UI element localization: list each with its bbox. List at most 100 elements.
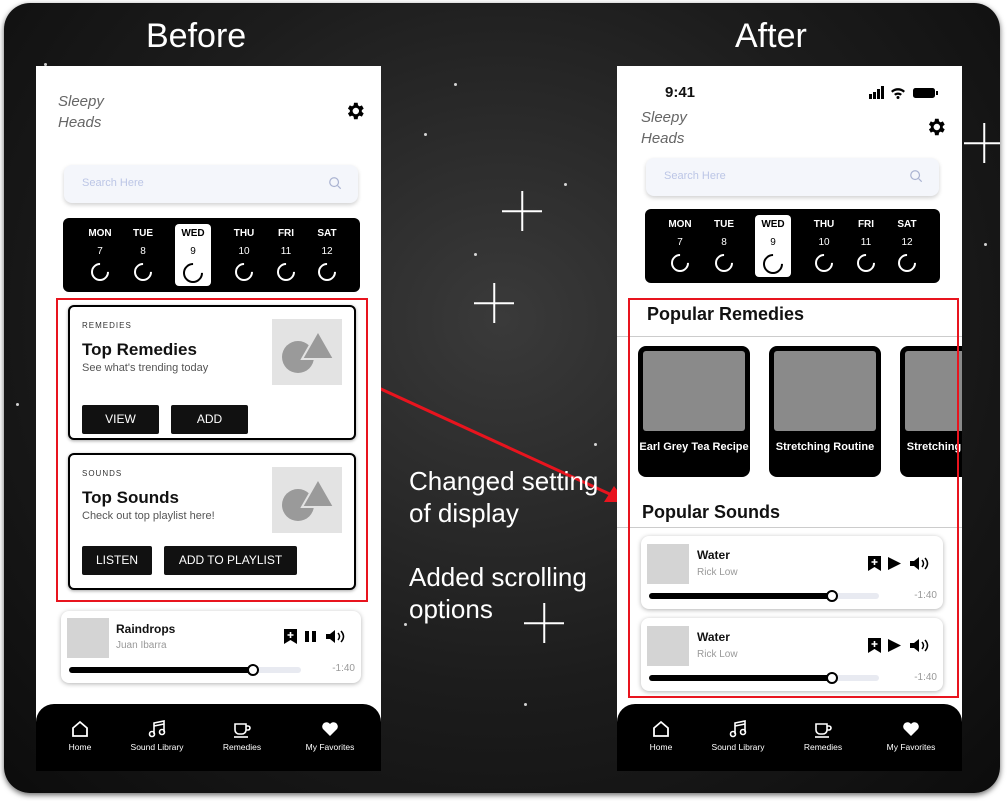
day-name: MON	[88, 228, 112, 239]
day-item-selected[interactable]: WED 9	[175, 224, 211, 288]
star	[424, 133, 427, 136]
highlight-box	[628, 298, 959, 698]
wifi-icon	[891, 88, 905, 99]
day-name: MON	[668, 219, 692, 230]
week-selector: MON 7 TUE 8 WED 9 THU 10 FRI 11 SAT 12	[63, 218, 360, 292]
app-brand: Sleepy Heads	[58, 91, 104, 133]
status-icons	[869, 86, 938, 99]
music-note-icon	[148, 720, 166, 738]
time-remaining: -1:40	[332, 663, 355, 674]
day-item-selected[interactable]: WED 9	[755, 215, 791, 279]
star	[524, 703, 527, 706]
gear-icon[interactable]	[925, 116, 947, 138]
day-item[interactable]: FRI 11	[848, 209, 884, 277]
nav-my-favorites[interactable]: My Favorites	[871, 720, 951, 752]
track-title: Raindrops	[116, 622, 176, 636]
annotation-line: Added scrolling	[409, 562, 587, 592]
progress-knob[interactable]	[247, 664, 260, 676]
placeholder-image-icon	[272, 467, 342, 533]
placeholder-image-icon	[272, 319, 342, 385]
annotation-text: Changed setting of display Added scrolli…	[409, 465, 598, 625]
gear-icon[interactable]	[344, 100, 366, 122]
search-placeholder: Search Here	[82, 177, 144, 189]
day-name: SAT	[317, 228, 337, 239]
progress-bar[interactable]	[69, 664, 301, 676]
search-input[interactable]: Search Here	[64, 165, 358, 203]
progress-ring-icon	[894, 250, 920, 276]
brand-line: Heads	[641, 130, 685, 147]
nav-my-favorites[interactable]: My Favorites	[290, 720, 370, 752]
progress-ring-icon	[811, 250, 837, 276]
nav-home[interactable]: Home	[40, 720, 120, 752]
day-name: THU	[233, 228, 255, 239]
progress-ring-icon	[758, 249, 788, 279]
day-name: FRI	[857, 219, 875, 230]
search-icon[interactable]	[909, 169, 923, 183]
view-button[interactable]: VIEW	[82, 405, 159, 434]
nav-sound-library[interactable]: Sound Library	[117, 720, 197, 752]
add-to-playlist-button[interactable]: ADD TO PLAYLIST	[164, 546, 297, 575]
day-item[interactable]: MON 7	[662, 209, 698, 277]
progress-ring-icon	[667, 250, 693, 276]
day-name: WED	[761, 219, 785, 230]
day-name: TUE	[133, 228, 153, 239]
day-item[interactable]: THU 10	[806, 209, 842, 277]
nav-remedies[interactable]: Remedies	[783, 720, 863, 752]
brand-line: Sleepy	[641, 109, 687, 126]
day-item[interactable]: SAT 12	[889, 209, 925, 277]
day-item[interactable]: TUE 8	[125, 218, 161, 286]
day-item[interactable]: SAT 12	[309, 218, 345, 286]
progress-ring-icon	[130, 259, 156, 285]
day-date: 9	[190, 246, 196, 257]
brand-line: Heads	[58, 114, 102, 131]
sparkle	[502, 191, 542, 231]
star	[404, 623, 407, 626]
star	[474, 253, 477, 256]
day-date: 12	[321, 246, 333, 257]
nav-home[interactable]: Home	[621, 720, 701, 752]
card-title: Top Remedies	[82, 340, 197, 359]
music-note-icon	[729, 720, 747, 738]
app-brand: Sleepy Heads	[641, 107, 687, 149]
progress-ring-icon	[273, 259, 299, 285]
day-name: TUE	[714, 219, 734, 230]
cup-icon	[815, 723, 832, 738]
day-item[interactable]: THU 10	[226, 218, 262, 286]
pause-icon[interactable]	[305, 631, 316, 642]
day-item[interactable]: FRI 11	[268, 218, 304, 286]
nav-label: Sound Library	[130, 742, 184, 752]
day-name: FRI	[277, 228, 295, 239]
nav-sound-library[interactable]: Sound Library	[698, 720, 778, 752]
day-item[interactable]: MON 7	[82, 218, 118, 286]
day-date: 7	[97, 246, 103, 257]
annotation-line: Changed setting	[409, 466, 599, 496]
progress-ring-icon	[711, 250, 737, 276]
search-input[interactable]: Search Here	[646, 158, 939, 196]
star	[16, 403, 19, 406]
listen-button[interactable]: LISTEN	[82, 546, 152, 575]
nav-label: Remedies	[803, 742, 843, 752]
search-icon[interactable]	[328, 176, 342, 190]
day-name: SAT	[897, 219, 917, 230]
after-phone-screen: 9:41 Sleepy Heads Search Here MON 7 TUE 8 …	[617, 66, 962, 771]
status-time: 9:41	[665, 84, 696, 101]
nav-remedies[interactable]: Remedies	[202, 720, 282, 752]
day-date: 12	[901, 237, 913, 248]
nav-label: Sound Library	[711, 742, 765, 752]
week-selector: MON 7 TUE 8 WED 9 THU 10 FRI 11 SAT 12	[645, 209, 940, 283]
day-item[interactable]: TUE 8	[706, 209, 742, 277]
track-artist: Juan Ibarra	[116, 640, 167, 651]
bookmark-add-icon[interactable]	[284, 629, 297, 644]
heart-icon	[903, 722, 919, 736]
nav-label: My Favorites	[886, 742, 936, 752]
progress-ring-icon	[853, 250, 879, 276]
day-date: 11	[860, 237, 872, 248]
sounds-card: SOUNDS Top Sounds Check out top playlist…	[68, 453, 356, 590]
add-button[interactable]: ADD	[171, 405, 248, 434]
remedies-card: REMEDIES Top Remedies See what's trendin…	[68, 305, 356, 440]
volume-icon[interactable]	[326, 630, 345, 643]
day-name: WED	[181, 228, 205, 239]
star	[564, 183, 567, 186]
day-date: 7	[677, 237, 683, 248]
progress-ring-icon	[178, 258, 208, 288]
